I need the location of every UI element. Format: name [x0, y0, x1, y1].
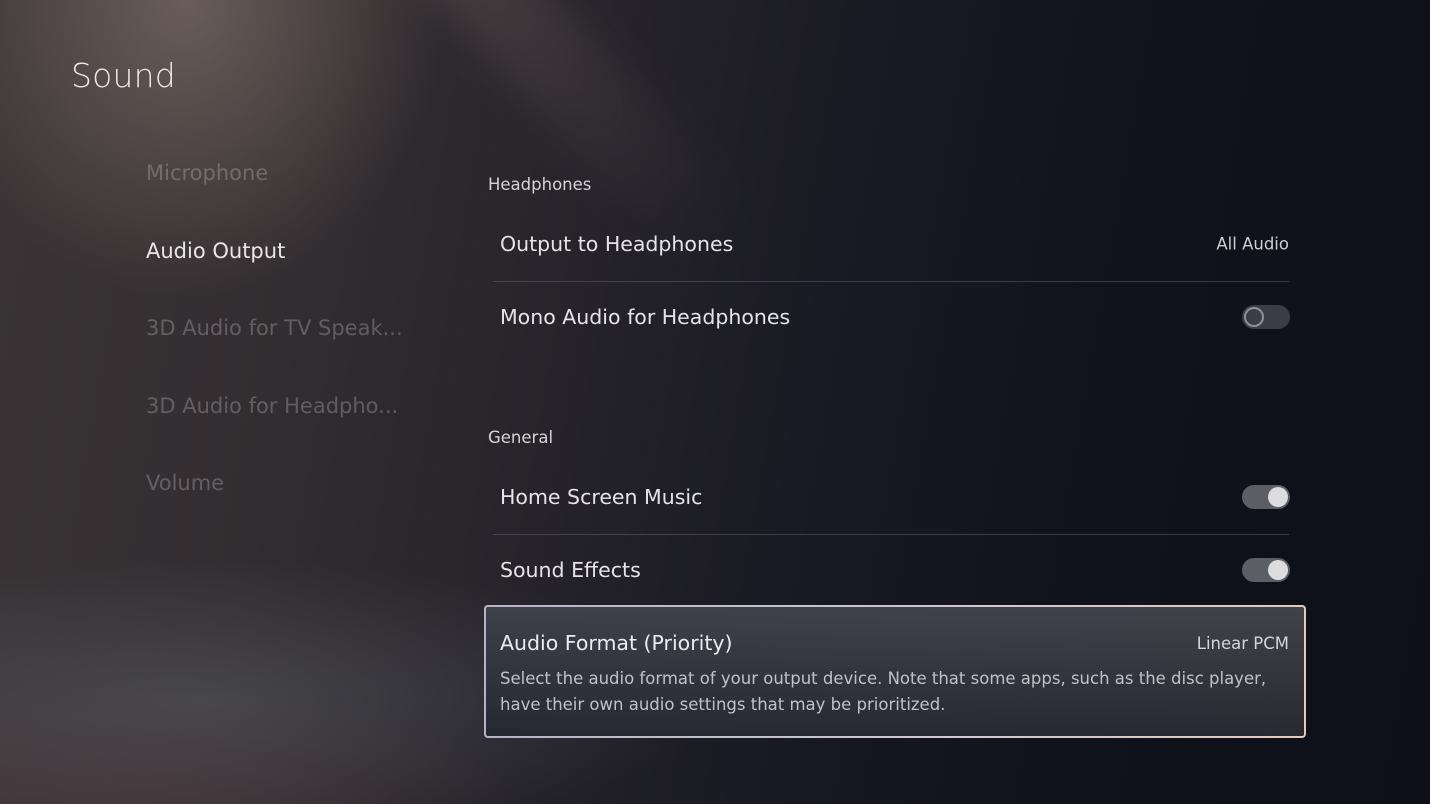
setting-row-audio-format-focused[interactable]: Audio Format (Priority) Linear PCM Selec…: [484, 605, 1306, 738]
sidebar-item-volume[interactable]: Volume: [146, 465, 406, 543]
setting-label: Audio Format (Priority): [500, 631, 733, 655]
toggle-knob: [1268, 487, 1288, 507]
home-screen-music-toggle[interactable]: [1242, 485, 1290, 509]
section-header-headphones: Headphones: [488, 175, 592, 194]
sound-effects-toggle[interactable]: [1242, 558, 1290, 582]
setting-label: Sound Effects: [500, 558, 641, 582]
sidebar-item-3d-audio-headphones[interactable]: 3D Audio for Headpho...: [146, 388, 406, 466]
mono-audio-toggle[interactable]: [1242, 305, 1290, 329]
page-title: Sound: [71, 56, 176, 95]
setting-value: Linear PCM: [1196, 634, 1289, 653]
setting-label: Mono Audio for Headphones: [500, 305, 791, 329]
sidebar-item-audio-output[interactable]: Audio Output: [146, 233, 406, 311]
setting-label: Home Screen Music: [500, 485, 703, 509]
sidebar-nav: Microphone Audio Output 3D Audio for TV …: [146, 155, 406, 543]
setting-row-sound-effects[interactable]: Sound Effects: [485, 534, 1305, 606]
sound-settings-screen: Sound Microphone Audio Output 3D Audio f…: [0, 0, 1430, 804]
section-header-general: General: [488, 428, 554, 447]
setting-description: Select the audio format of your output d…: [500, 669, 1267, 714]
toggle-knob: [1268, 560, 1288, 580]
setting-row-mono-audio-headphones[interactable]: Mono Audio for Headphones: [485, 281, 1305, 353]
setting-row-home-screen-music[interactable]: Home Screen Music: [485, 461, 1305, 533]
toggle-knob: [1244, 307, 1264, 327]
setting-label: Output to Headphones: [500, 232, 734, 256]
sidebar-item-microphone[interactable]: Microphone: [146, 155, 406, 233]
sidebar-item-3d-audio-tv-speakers[interactable]: 3D Audio for TV Speak...: [146, 310, 406, 388]
setting-row-output-to-headphones[interactable]: Output to Headphones All Audio: [485, 208, 1305, 280]
setting-value: All Audio: [1216, 234, 1289, 254]
